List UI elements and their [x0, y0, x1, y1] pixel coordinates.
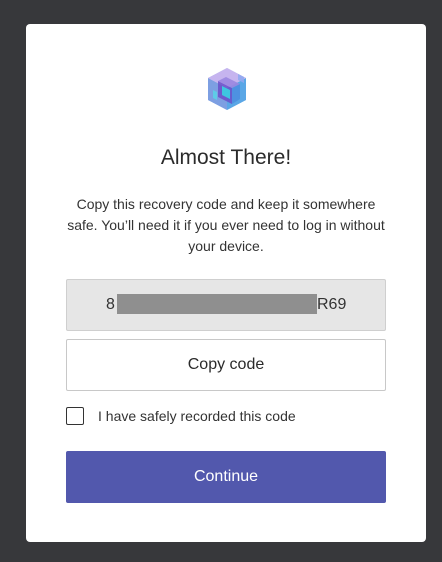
confirm-recorded-row[interactable]: I have safely recorded this code — [66, 406, 386, 428]
copy-code-button[interactable]: Copy code — [66, 339, 386, 391]
recovery-code-redaction — [117, 294, 317, 314]
confirm-recorded-checkbox[interactable] — [66, 407, 84, 425]
recovery-code-card: Almost There! Copy this recovery code an… — [26, 24, 426, 542]
instructions-text: Copy this recovery code and keep it some… — [67, 196, 385, 254]
recovery-code-start: 8 — [106, 296, 115, 313]
page-title: Almost There! — [160, 146, 292, 169]
cube-logo-icon — [208, 68, 246, 110]
recovery-code-field[interactable]: 8 R69 — [66, 279, 386, 331]
confirm-recorded-label[interactable]: I have safely recorded this code — [98, 408, 296, 424]
continue-button[interactable]: Continue — [66, 451, 386, 503]
recovery-code-end: R69 — [317, 296, 347, 313]
